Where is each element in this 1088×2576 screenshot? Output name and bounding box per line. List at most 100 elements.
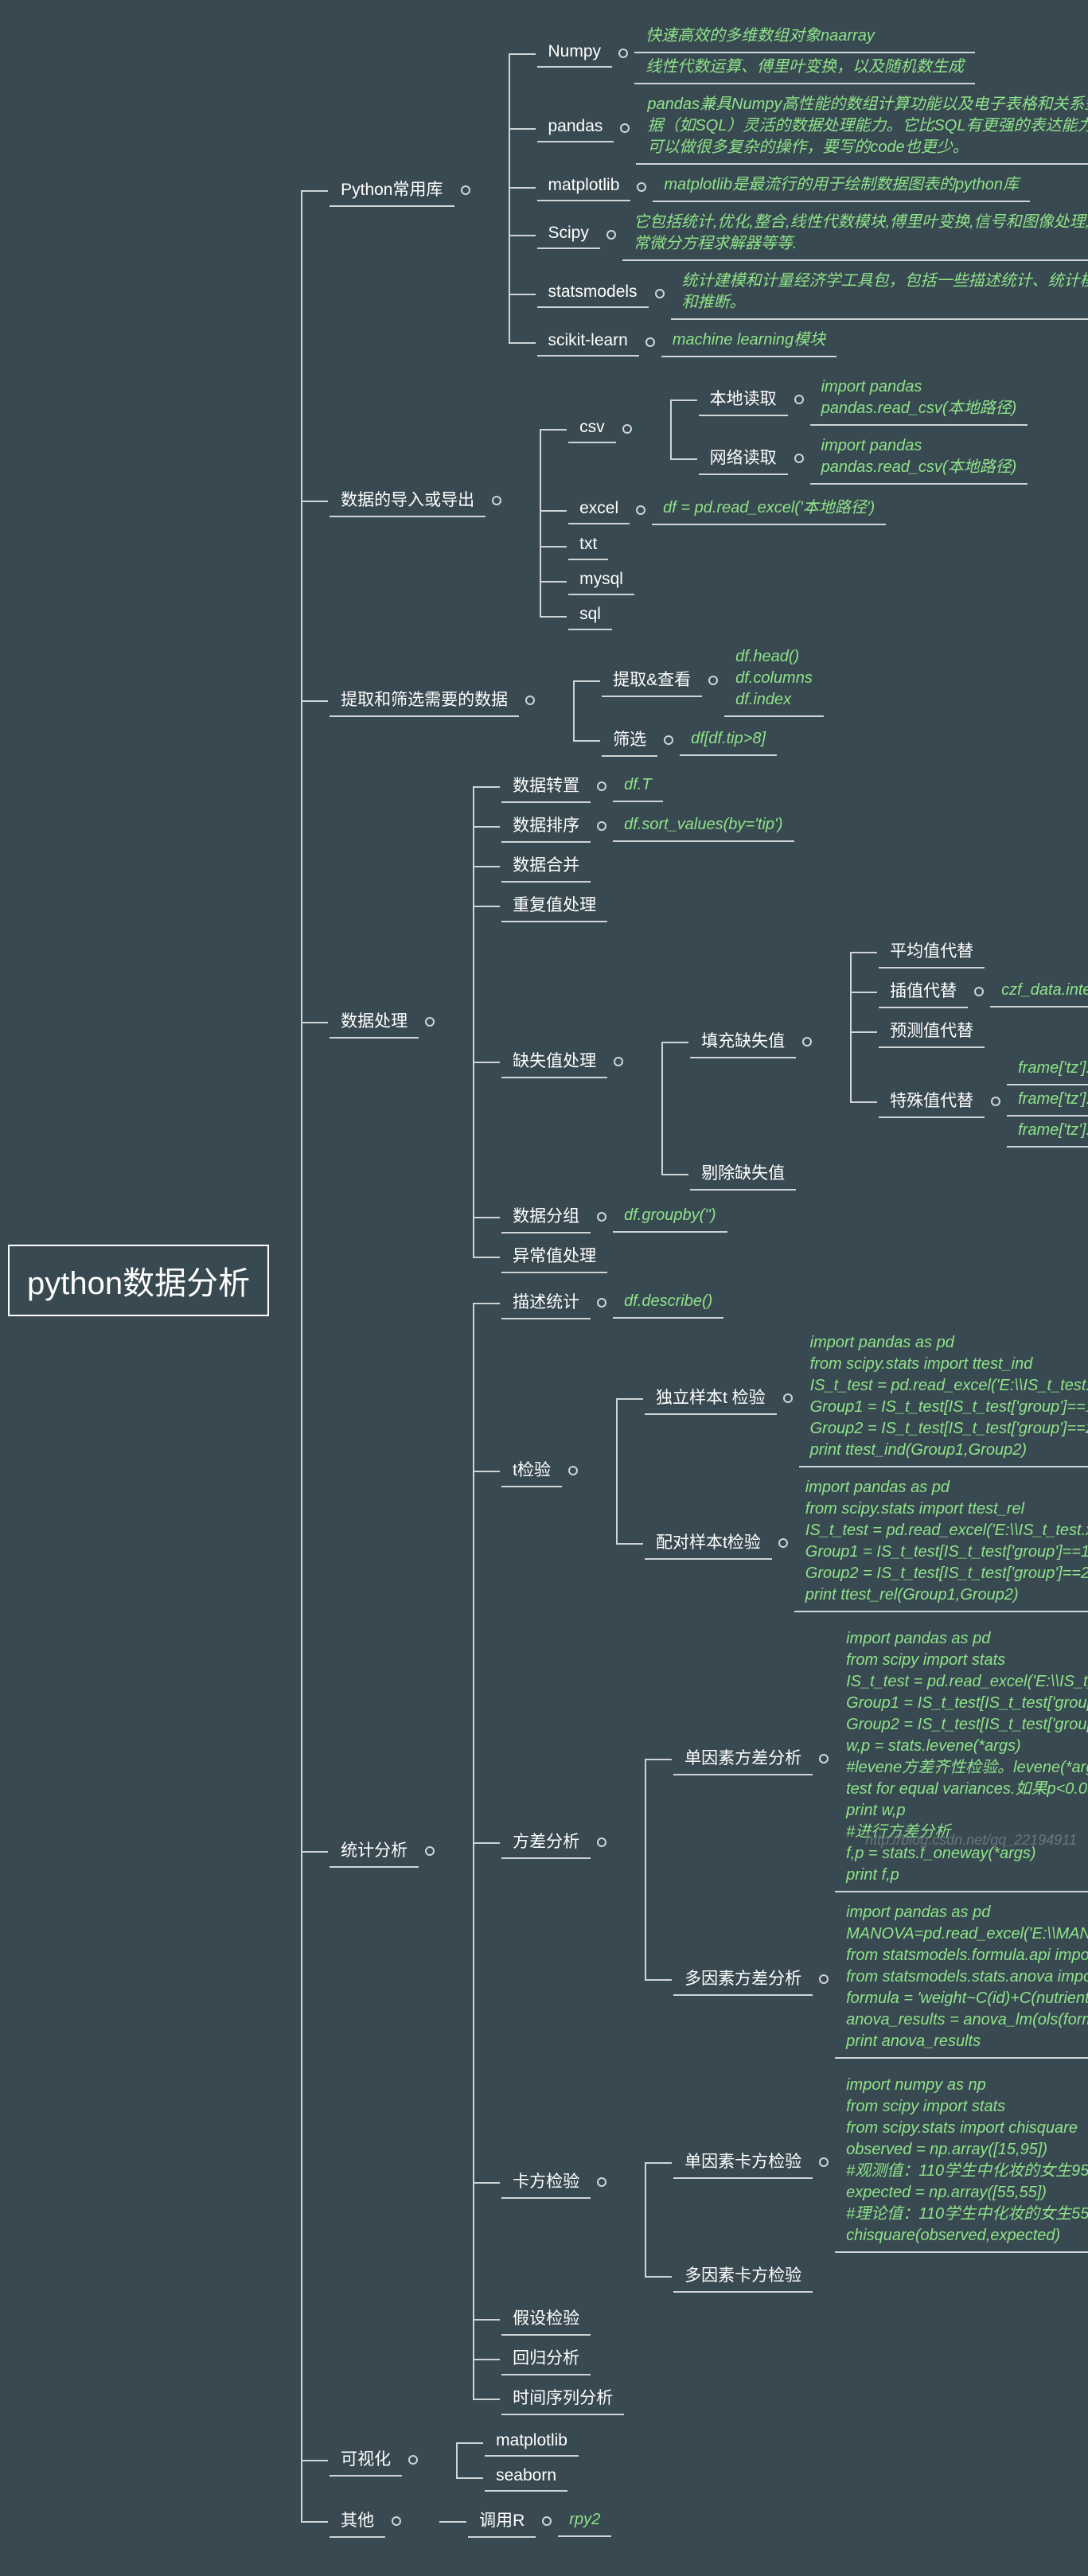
expand-dot[interactable] bbox=[645, 337, 655, 347]
note: matplotlib是最流行的用于绘制数据图表的python库 bbox=[653, 171, 1030, 202]
node-filter: 筛选 bbox=[602, 723, 657, 757]
expand-dot[interactable] bbox=[461, 185, 470, 195]
node-hypo: 假设检验 bbox=[501, 2302, 591, 2336]
expand-dot[interactable] bbox=[597, 1212, 606, 1222]
node-callR: 调用R bbox=[468, 2504, 536, 2538]
branch-process: 数据处理 bbox=[330, 1005, 419, 1039]
node-pandas: pandas bbox=[537, 114, 614, 142]
expand-dot[interactable] bbox=[783, 1393, 793, 1403]
node-viz-matplotlib: matplotlib bbox=[485, 2428, 579, 2457]
expand-dot[interactable] bbox=[655, 289, 665, 298]
node-fill-mean: 平均值代替 bbox=[879, 935, 985, 968]
node-fill-interp: 插值代替 bbox=[879, 975, 968, 1008]
branch-viz: 可视化 bbox=[330, 2443, 402, 2477]
node-viz-seaborn: seaborn bbox=[485, 2463, 567, 2492]
node-drop: 剔除缺失值 bbox=[690, 1157, 796, 1191]
expand-dot[interactable] bbox=[542, 2516, 552, 2526]
note: df.head() df.columns df.index bbox=[724, 643, 824, 717]
note: import pandas as pd MANOVA=pd.read_excel… bbox=[835, 1899, 1088, 2059]
expand-dot[interactable] bbox=[819, 1974, 829, 1984]
expand-dot[interactable] bbox=[597, 781, 606, 791]
node-groupby: 数据分组 bbox=[501, 1200, 591, 1233]
node-sql: sql bbox=[568, 602, 612, 630]
expand-dot[interactable] bbox=[802, 1037, 812, 1046]
note: rpy2 bbox=[558, 2506, 611, 2537]
node-anova1: 单因素方差分析 bbox=[673, 1742, 813, 1775]
node-csv-net: 网络读取 bbox=[699, 442, 788, 475]
branch-select: 提取和筛选需要的数据 bbox=[330, 684, 519, 717]
note: 它包括统计,优化,整合,线性代数模块,傅里叶变换,信号和图像处理,常微分方程求解… bbox=[622, 208, 1088, 261]
expand-dot[interactable] bbox=[819, 2157, 829, 2167]
node-csv: csv bbox=[568, 415, 616, 443]
expand-dot[interactable] bbox=[568, 1466, 578, 1475]
branch-other: 其他 bbox=[330, 2504, 385, 2538]
note: df.groupby('') bbox=[613, 1202, 727, 1233]
expand-dot[interactable] bbox=[664, 735, 673, 745]
expand-dot[interactable] bbox=[597, 2177, 606, 2187]
node-reg: 回归分析 bbox=[501, 2342, 591, 2375]
node-chi: 卡方检验 bbox=[501, 2165, 591, 2199]
mindmap-tree: Python常用库 Numpy 快速高效的多维数组对象naarray线性代数运算… bbox=[301, 16, 1088, 2544]
expand-dot[interactable] bbox=[974, 987, 984, 996]
expand-dot[interactable] bbox=[597, 821, 606, 831]
node-ttest: t检验 bbox=[501, 1454, 562, 1487]
expand-dot[interactable] bbox=[622, 424, 632, 434]
node-extract: 提取&查看 bbox=[602, 664, 702, 697]
node-desc: 描述统计 bbox=[501, 1286, 591, 1319]
expand-dot[interactable] bbox=[794, 395, 804, 404]
branch-stats: 统计分析 bbox=[330, 1834, 419, 1868]
node-statsmodels: statsmodels bbox=[537, 279, 649, 308]
node-ttest-ind: 独立样本t 检验 bbox=[645, 1382, 777, 1415]
node-fill-pred: 预测值代替 bbox=[879, 1015, 985, 1048]
node-ttest-rel: 配对样本t检验 bbox=[645, 1526, 772, 1560]
node-mysql: mysql bbox=[568, 567, 634, 595]
expand-dot[interactable] bbox=[492, 496, 501, 505]
node-outlier: 异常值处理 bbox=[501, 1240, 607, 1273]
node-fill-spec: 特殊值代替 bbox=[879, 1085, 985, 1118]
branch-libs: Python常用库 bbox=[330, 173, 454, 207]
note: czf_data.interpolate() bbox=[990, 976, 1088, 1007]
expand-dot[interactable] bbox=[392, 2516, 401, 2526]
note: import numpy as np from scipy import sta… bbox=[835, 2071, 1088, 2253]
node-matplotlib: matplotlib bbox=[537, 173, 631, 201]
expand-dot[interactable] bbox=[525, 696, 535, 705]
note: import pandas pandas.read_csv(本地路径) bbox=[810, 432, 1028, 485]
node-csv-local: 本地读取 bbox=[699, 383, 788, 416]
note: pandas兼具Numpy高性能的数组计算功能以及电子表格和关系型数据（如SQL… bbox=[636, 91, 1088, 165]
node-transpose: 数据转置 bbox=[501, 770, 591, 803]
branch-io: 数据的导入或导出 bbox=[330, 484, 486, 517]
node-sort: 数据排序 bbox=[501, 809, 591, 843]
note: df.sort_values(by='tip') bbox=[613, 811, 794, 842]
watermark: http://blog.csdn.net/qq_22194911 bbox=[865, 1832, 1077, 1849]
expand-dot[interactable] bbox=[620, 123, 630, 133]
expand-dot[interactable] bbox=[408, 2455, 418, 2465]
node-chi1: 单因素卡方检验 bbox=[673, 2145, 813, 2179]
expand-dot[interactable] bbox=[991, 1097, 1000, 1106]
note: df.T bbox=[613, 771, 662, 802]
node-sklearn: scikit-learn bbox=[537, 328, 639, 357]
note: df[df.tip>8] bbox=[680, 725, 777, 756]
expand-dot[interactable] bbox=[606, 230, 616, 240]
note: import pandas pandas.read_csv(本地路径) bbox=[810, 373, 1028, 426]
expand-dot[interactable] bbox=[618, 49, 628, 58]
expand-dot[interactable] bbox=[425, 1846, 435, 1856]
note: machine learning模块 bbox=[661, 326, 836, 357]
expand-dot[interactable] bbox=[778, 1538, 788, 1548]
node-chi2: 多因素卡方检验 bbox=[673, 2259, 813, 2293]
expand-dot[interactable] bbox=[425, 1017, 435, 1027]
expand-dot[interactable] bbox=[819, 1754, 829, 1763]
note: 快速高效的多维数组对象naarray bbox=[634, 22, 975, 53]
expand-dot[interactable] bbox=[708, 676, 718, 685]
expand-dot[interactable] bbox=[636, 505, 645, 515]
root-node: python数据分析 bbox=[8, 1245, 269, 1316]
expand-dot[interactable] bbox=[597, 1837, 606, 1847]
node-ts: 时间序列分析 bbox=[501, 2382, 624, 2415]
node-dup: 重复值处理 bbox=[501, 889, 607, 922]
expand-dot[interactable] bbox=[614, 1057, 623, 1066]
expand-dot[interactable] bbox=[794, 454, 804, 463]
node-txt: txt bbox=[568, 532, 608, 560]
note: 线性代数运算、傅里叶变换，以及随机数生成 bbox=[634, 53, 975, 84]
expand-dot[interactable] bbox=[597, 1298, 606, 1307]
note: 统计建模和计量经济学工具包，包括一些描述统计、统计模型估计和推断。 bbox=[671, 267, 1088, 320]
expand-dot[interactable] bbox=[637, 182, 646, 192]
